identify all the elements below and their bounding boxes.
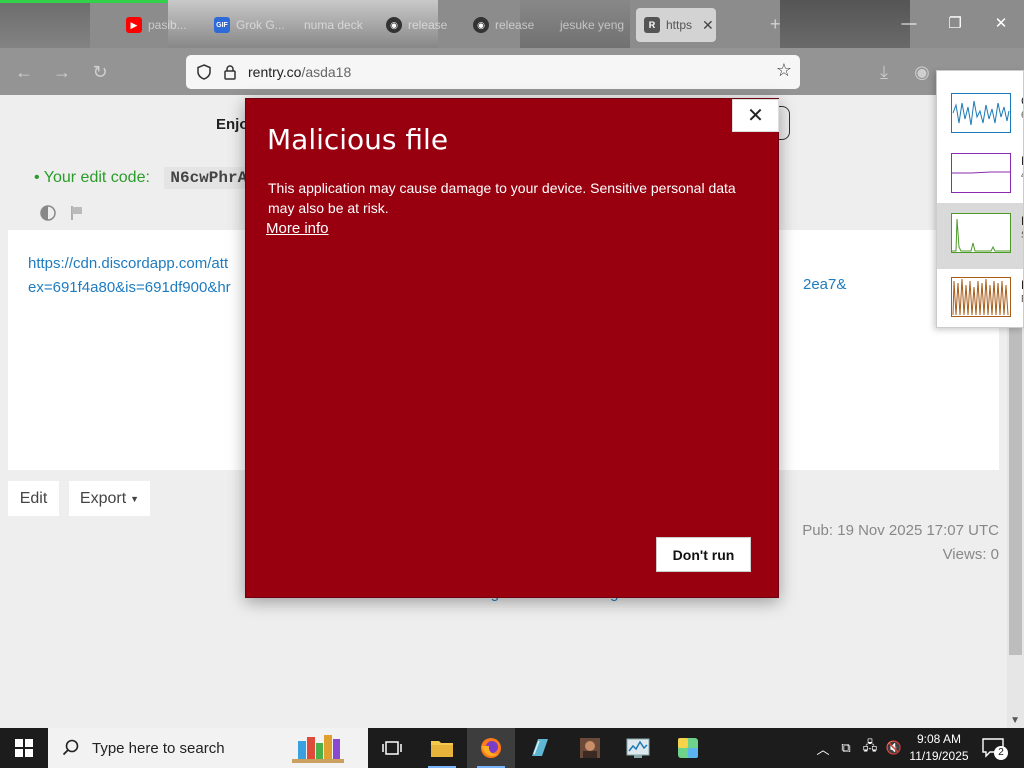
- task-view-icon: [382, 741, 402, 755]
- downloads-icon[interactable]: ⤓: [870, 58, 898, 86]
- page-load-progress: [0, 0, 168, 3]
- restore-button[interactable]: ❐: [942, 10, 968, 36]
- folder-icon: [431, 741, 453, 757]
- page-icons: [40, 205, 84, 221]
- browser-tab-bar: ▶ pasib... GIF Grok G... numa deck ◉ rel…: [0, 0, 1024, 48]
- edit-button[interactable]: Edit: [8, 481, 59, 516]
- github-icon: ◉: [473, 17, 489, 33]
- account-icon[interactable]: ◉: [908, 58, 936, 86]
- edit-code-label: Your edit code:: [43, 169, 150, 186]
- search-highlight-books-icon: [292, 733, 362, 768]
- firefox-button[interactable]: [467, 728, 515, 768]
- new-tab-button[interactable]: +: [770, 14, 781, 35]
- more-info-link[interactable]: More info: [266, 220, 329, 237]
- banner-text: Enjo: [216, 116, 249, 133]
- flag-icon[interactable]: [70, 205, 84, 221]
- system-tray: ︿ ⧉ 🖧 🔇: [812, 728, 906, 768]
- gif-icon: GIF: [214, 17, 230, 33]
- edit-code-value[interactable]: N6cwPhrA: [164, 167, 254, 189]
- background-photo: [0, 0, 90, 48]
- start-button[interactable]: [0, 728, 48, 768]
- tab-rentry-active[interactable]: R https ✕: [636, 8, 716, 42]
- tab-release-2[interactable]: ◉ release: [465, 8, 549, 42]
- malicious-file-dialog: ✕ Malicious file This application may ca…: [245, 98, 779, 598]
- clock-time: 9:08 AM: [916, 732, 962, 746]
- close-icon: ✕: [747, 105, 764, 127]
- tab-numa[interactable]: numa deck: [296, 8, 376, 42]
- browser-nav-bar: ← → ↻ rentry.co/asda18 ☆ ⤓ ◉: [0, 48, 1024, 95]
- file-explorer-button[interactable]: [418, 728, 466, 768]
- contrast-icon[interactable]: [40, 205, 56, 221]
- paste-link[interactable]: https://cdn.discordapp.com/att ex=691f4a…: [28, 252, 248, 300]
- clock[interactable]: 9:08 AM 11/19/2025: [906, 731, 972, 765]
- colorful-app-button[interactable]: [664, 728, 712, 768]
- search-icon: [62, 739, 79, 756]
- url-path: /asda18: [301, 64, 352, 80]
- clock-date: 11/19/2025: [909, 749, 969, 763]
- notification-badge: 2: [994, 746, 1008, 760]
- youtube-icon: ▶: [126, 17, 142, 33]
- shield-icon[interactable]: [196, 64, 212, 80]
- performance-widget: C6 M4 DS EE: [936, 70, 1024, 328]
- colorful-app-icon: [678, 738, 698, 758]
- photo-icon: [580, 738, 600, 758]
- paste-link-tail[interactable]: 2ea7&: [803, 276, 846, 293]
- search-placeholder: Type here to search: [92, 739, 225, 757]
- publish-info: Pub: 19 Nov 2025 17:07 UTC Views: 0: [802, 519, 999, 567]
- notepad-icon: [532, 739, 548, 756]
- tab-youtube[interactable]: ▶ pasib...: [118, 8, 208, 42]
- tab-jesuke[interactable]: jesuke yeng: [552, 8, 632, 42]
- task-view-button[interactable]: [368, 728, 416, 768]
- export-button[interactable]: Export ▼: [69, 481, 150, 516]
- forward-arrow-icon[interactable]: →: [48, 58, 76, 86]
- tab-release-1[interactable]: ◉ release: [378, 8, 462, 42]
- memory-graph[interactable]: [951, 153, 1011, 193]
- scroll-down-arrow-icon[interactable]: ▼: [1010, 715, 1020, 726]
- dialog-message: This application may cause damage to you…: [268, 180, 736, 216]
- ethernet-graph[interactable]: [951, 277, 1011, 317]
- taskbar-search-box[interactable]: Type here to search: [48, 728, 368, 768]
- disk-graph[interactable]: [951, 213, 1011, 253]
- close-window-button[interactable]: ✕: [988, 10, 1014, 36]
- url-host: rentry.co: [248, 64, 302, 80]
- task-manager-button[interactable]: [614, 728, 662, 768]
- reload-icon[interactable]: ↻: [86, 58, 114, 86]
- dialog-title: Malicious file: [267, 123, 449, 156]
- github-icon: ◉: [386, 17, 402, 33]
- tab-grok[interactable]: GIF Grok G...: [206, 8, 296, 42]
- volume-muted-icon[interactable]: 🔇: [882, 740, 906, 756]
- cpu-graph[interactable]: [951, 93, 1011, 133]
- dialog-close-button[interactable]: ✕: [732, 99, 779, 132]
- meet-now-icon[interactable]: ⧉: [834, 740, 858, 756]
- photo-app-button[interactable]: [566, 728, 614, 768]
- dont-run-button[interactable]: Don't run: [656, 537, 751, 572]
- lock-icon[interactable]: [222, 64, 238, 80]
- task-manager-icon: [626, 738, 650, 758]
- address-bar[interactable]: rentry.co/asda18 ☆: [186, 55, 800, 89]
- rentry-icon: R: [644, 17, 660, 33]
- publish-date: Pub: 19 Nov 2025 17:07 UTC: [802, 522, 999, 539]
- bookmark-star-icon[interactable]: ☆: [776, 60, 792, 81]
- view-count: Views: 0: [942, 546, 999, 563]
- chevron-up-icon[interactable]: ︿: [812, 739, 834, 758]
- background-photo: [780, 0, 910, 48]
- firefox-icon: [481, 738, 501, 758]
- network-icon[interactable]: 🖧: [858, 737, 882, 759]
- notification-center-button[interactable]: 2: [980, 734, 1010, 762]
- windows-logo-icon: [15, 739, 33, 757]
- minimize-button[interactable]: —: [896, 10, 922, 36]
- back-arrow-icon[interactable]: ←: [10, 58, 38, 86]
- caret-down-icon: ▼: [130, 493, 140, 504]
- notepad-app-button[interactable]: [516, 728, 564, 768]
- bullet-icon: •: [34, 169, 40, 186]
- url-text[interactable]: rentry.co/asda18: [248, 64, 351, 80]
- windows-taskbar: Type here to search ︿ ⧉ 🖧 🔇 9:08 AM 11/1…: [0, 728, 1024, 768]
- close-tab-icon[interactable]: ✕: [702, 17, 714, 34]
- edit-code-row: • Your edit code: N6cwPhrA: [34, 167, 254, 189]
